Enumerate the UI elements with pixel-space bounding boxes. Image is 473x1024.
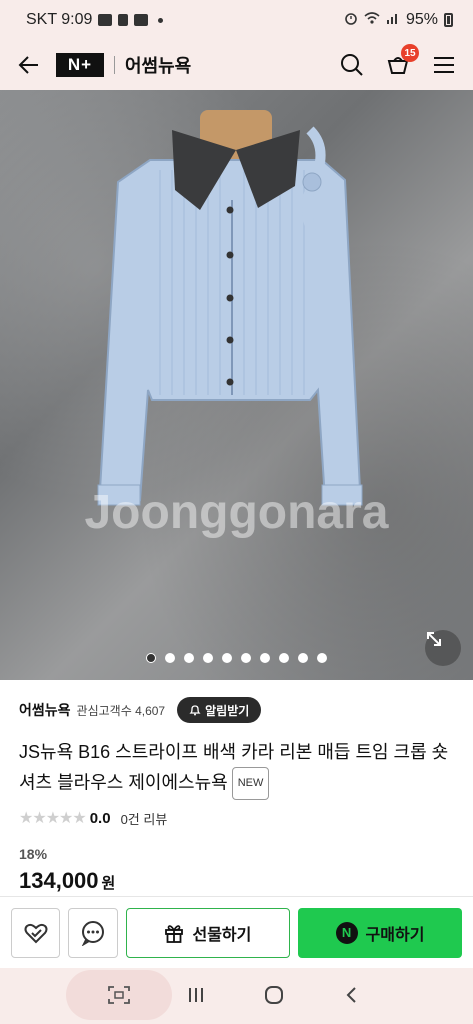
- youtube-icon: [134, 14, 149, 26]
- wishlist-button[interactable]: [11, 907, 61, 958]
- seller-row: 어썸뉴욕 관심고객수 4,607 알림받기: [19, 697, 454, 723]
- home-button[interactable]: [259, 980, 289, 1010]
- price-value: 134,000: [19, 868, 99, 893]
- gallery-notification-icon: [98, 14, 113, 26]
- rating-row[interactable]: ★★★★★ 0.0 0건 리뷰: [19, 808, 167, 828]
- price-row: 134,000 원: [19, 868, 115, 894]
- heart-check-icon: [24, 923, 48, 943]
- menu-icon: [434, 57, 454, 73]
- seller-name[interactable]: 어썸뉴욕: [19, 700, 71, 720]
- gallery-dot[interactable]: [279, 653, 289, 663]
- screen-capture-icon: [108, 986, 130, 1004]
- recent-apps-icon: [189, 988, 203, 1002]
- back-nav-button[interactable]: [337, 980, 367, 1010]
- wifi-icon: [364, 11, 380, 30]
- signal-icon: [386, 11, 400, 30]
- gallery-dot[interactable]: [146, 653, 156, 663]
- menu-button[interactable]: [429, 50, 459, 80]
- gallery-dot[interactable]: [317, 653, 327, 663]
- status-right: 95%: [344, 11, 453, 30]
- discount-rate: 18%: [19, 846, 48, 862]
- battery-percent: 95%: [405, 11, 438, 28]
- alarm-icon: [344, 11, 358, 30]
- header-actions: 15: [337, 44, 459, 80]
- gallery-dot[interactable]: [222, 653, 232, 663]
- buy-button[interactable]: N 구매하기: [297, 907, 462, 958]
- follower-count: 관심고객수 4,607: [76, 703, 166, 718]
- watermark-text: Joonggonara: [84, 486, 389, 539]
- logo-divider: [114, 56, 115, 74]
- back-arrow-icon: [18, 56, 38, 74]
- status-left: SKT 9:09: [26, 11, 164, 29]
- gallery-dot[interactable]: [203, 653, 213, 663]
- notify-button[interactable]: 알림받기: [177, 697, 262, 723]
- app-header: N+ 어썸뉴욕 15: [0, 40, 473, 90]
- carrier-time: SKT 9:09: [26, 11, 93, 28]
- rating-stars-icon: ★★★★★: [19, 810, 87, 827]
- purchase-action-bar: 선물하기 N 구매하기: [0, 896, 473, 968]
- gift-label: 선물하기: [192, 926, 252, 944]
- product-image-gallery[interactable]: Joonggonara: [0, 90, 473, 680]
- system-nav-bar: [0, 968, 473, 1024]
- new-badge: NEW: [231, 767, 270, 800]
- bell-plus-icon: [189, 705, 201, 716]
- gallery-dot[interactable]: [298, 653, 308, 663]
- back-chevron-icon: [346, 987, 356, 1003]
- naver-pay-icon: N: [335, 921, 358, 944]
- gallery-dot[interactable]: [184, 653, 194, 663]
- gallery-pagination: [0, 653, 473, 663]
- home-icon: [265, 986, 283, 1004]
- expand-icon: [427, 632, 441, 646]
- product-title: JS뉴욕 B16 스트라이프 배색 카라 리본 매듭 트임 크롭 숏 셔츠 블라…: [19, 738, 453, 800]
- screen-capture-button[interactable]: [66, 970, 172, 1020]
- more-notifications-icon: [158, 17, 164, 23]
- search-button[interactable]: [337, 50, 367, 80]
- search-icon: [341, 54, 363, 76]
- review-count[interactable]: 0건 리뷰: [121, 809, 168, 828]
- app-notification-icon: [118, 14, 129, 26]
- rating-score: 0.0: [89, 809, 111, 827]
- gift-button[interactable]: 선물하기: [125, 907, 290, 958]
- battery-icon: [444, 13, 453, 27]
- naver-plus-logo[interactable]: N+: [56, 53, 104, 77]
- gallery-dot[interactable]: [165, 653, 175, 663]
- chat-button[interactable]: [68, 907, 118, 958]
- cart-button[interactable]: 15: [383, 44, 419, 80]
- buy-label: 구매하기: [365, 926, 425, 944]
- cart-count-badge: 15: [401, 44, 419, 62]
- recent-apps-button[interactable]: [181, 980, 211, 1010]
- store-name[interactable]: 어썸뉴욕: [125, 52, 191, 78]
- status-bar: SKT 9:09 95%: [0, 0, 473, 40]
- gallery-dot[interactable]: [241, 653, 251, 663]
- chat-bubble-icon: [82, 920, 105, 946]
- price-currency: 원: [101, 875, 116, 892]
- gift-icon: [165, 924, 184, 943]
- gallery-dot[interactable]: [260, 653, 270, 663]
- notify-label: 알림받기: [205, 703, 250, 718]
- product-photo-shirt: [97, 110, 363, 506]
- back-button[interactable]: [14, 50, 44, 80]
